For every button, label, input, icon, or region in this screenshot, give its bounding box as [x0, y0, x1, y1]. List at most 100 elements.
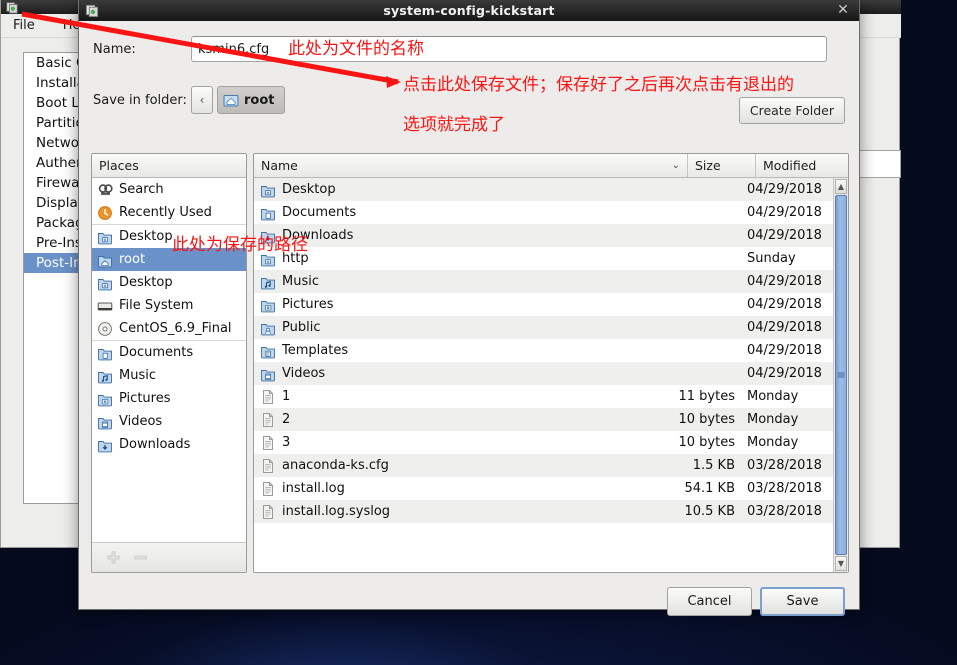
- column-header-size[interactable]: Size: [688, 154, 756, 177]
- save-in-folder-label: Save in folder:: [93, 92, 187, 108]
- file-row-modified: 03/28/2018: [747, 481, 822, 496]
- file-row-size: 10.5 KB: [684, 504, 735, 519]
- column-header-modified[interactable]: Modified: [756, 154, 848, 177]
- name-row: Name:: [79, 35, 861, 63]
- file-row-size: 1.5 KB: [692, 458, 735, 473]
- file-icon: [263, 412, 273, 427]
- place-item-videos[interactable]: Videos: [92, 410, 246, 433]
- file-row[interactable]: 3 10 bytes Monday: [254, 431, 833, 454]
- path-button-root[interactable]: root: [217, 86, 285, 114]
- search-icon: [98, 183, 113, 195]
- place-item-centos-6-9-final[interactable]: CentOS_6.9_Final: [92, 317, 246, 340]
- remove-place-button[interactable]: [133, 550, 148, 565]
- menu-file[interactable]: File: [7, 17, 41, 34]
- file-row[interactable]: Videos 04/29/2018: [254, 362, 833, 385]
- file-row[interactable]: Public 04/29/2018: [254, 316, 833, 339]
- file-row-name-label: Downloads: [282, 228, 354, 243]
- file-row-name-label: install.log: [282, 481, 345, 496]
- place-item-recently-used[interactable]: Recently Used: [92, 201, 246, 224]
- chevron-down-icon: ⌄: [671, 160, 680, 171]
- place-item-documents[interactable]: Documents: [92, 340, 246, 364]
- file-row-name: 2: [254, 412, 673, 428]
- file-icon: [263, 458, 273, 473]
- save-button[interactable]: Save: [760, 587, 845, 616]
- file-list-header: Name ⌄ Size Modified: [254, 154, 848, 178]
- file-row[interactable]: 1 11 bytes Monday: [254, 385, 833, 408]
- file-row-name-label: Videos: [282, 366, 326, 381]
- place-item-root[interactable]: root: [92, 248, 246, 271]
- folder-pictures-icon: [98, 394, 112, 406]
- place-item-pictures[interactable]: Pictures: [92, 387, 246, 410]
- close-icon[interactable]: ✕: [835, 2, 851, 19]
- file-row-modified: Monday: [747, 435, 799, 450]
- file-row-name: Desktop: [254, 182, 673, 198]
- places-pane: Places Search Recently Used Desktop root Des…: [91, 153, 247, 573]
- places-list[interactable]: Search Recently Used Desktop root Desktop Fil…: [92, 178, 246, 542]
- place-item-search[interactable]: Search: [92, 178, 246, 201]
- file-row-modified: 04/29/2018: [747, 274, 822, 289]
- file-list-pane: Name ⌄ Size Modified Desktop 04/29/2018 Do…: [253, 153, 849, 573]
- file-row-name: Music: [254, 274, 673, 290]
- place-item-label: Pictures: [119, 391, 171, 406]
- vertical-scrollbar[interactable]: ▲ ▼: [833, 178, 848, 572]
- file-row-name: Documents: [254, 205, 673, 221]
- column-header-name[interactable]: Name ⌄: [254, 154, 688, 177]
- folder-templates-icon: [261, 346, 275, 358]
- file-icon: [263, 435, 273, 450]
- places-footer: [92, 542, 246, 572]
- column-header-name-label: Name: [261, 158, 298, 173]
- cdrom-icon: [98, 321, 112, 336]
- place-item-desktop[interactable]: Desktop: [92, 224, 246, 248]
- scroll-down-icon[interactable]: ▼: [835, 556, 847, 571]
- cancel-button[interactable]: Cancel: [667, 587, 752, 616]
- file-list-rows[interactable]: Desktop 04/29/2018 Documents 04/29/2018 Down…: [254, 178, 833, 572]
- file-row[interactable]: Downloads 04/29/2018: [254, 224, 833, 247]
- file-row[interactable]: Templates 04/29/2018: [254, 339, 833, 362]
- folder-icon: [261, 254, 275, 266]
- scrollbar-thumb[interactable]: [835, 195, 847, 555]
- file-row[interactable]: install.log.syslog 10.5 KB 03/28/2018: [254, 500, 833, 523]
- file-row[interactable]: Desktop 04/29/2018: [254, 178, 833, 201]
- file-row[interactable]: http Sunday: [254, 247, 833, 270]
- file-row[interactable]: Music 04/29/2018: [254, 270, 833, 293]
- scrollbar-grip: [837, 372, 845, 378]
- file-row-name-label: 3: [282, 435, 291, 450]
- folder-pictures-icon: [261, 300, 275, 312]
- file-row[interactable]: install.log 54.1 KB 03/28/2018: [254, 477, 833, 500]
- scroll-up-icon[interactable]: ▲: [835, 179, 847, 194]
- file-row-name-label: Public: [282, 320, 321, 335]
- filename-input[interactable]: [191, 36, 827, 62]
- place-item-desktop[interactable]: Desktop: [92, 271, 246, 294]
- create-folder-button[interactable]: Create Folder: [738, 97, 845, 124]
- file-row-name: Public: [254, 320, 673, 336]
- file-row-name: Pictures: [254, 297, 673, 313]
- file-row-modified: Sunday: [747, 251, 796, 266]
- file-row[interactable]: Documents 04/29/2018: [254, 201, 833, 224]
- file-row-name: 3: [254, 435, 673, 451]
- file-row-modified: 04/29/2018: [747, 297, 822, 312]
- path-back-button[interactable]: ‹: [191, 86, 213, 114]
- file-row[interactable]: Pictures 04/29/2018: [254, 293, 833, 316]
- file-row-name-label: http: [282, 251, 309, 266]
- kickstart-icon: [6, 2, 18, 14]
- file-row[interactable]: 2 10 bytes Monday: [254, 408, 833, 431]
- place-item-music[interactable]: Music: [92, 364, 246, 387]
- file-row-modified: 04/29/2018: [747, 182, 822, 197]
- file-row-size: 54.1 KB: [684, 481, 735, 496]
- home-folder-icon: [98, 255, 112, 267]
- place-item-label: File System: [119, 298, 194, 313]
- place-item-label: CentOS_6.9_Final: [119, 321, 232, 336]
- add-place-button[interactable]: [106, 550, 121, 565]
- folder-videos-icon: [261, 369, 275, 381]
- file-row-name-label: Templates: [282, 343, 349, 358]
- folder-videos-icon: [98, 417, 112, 429]
- file-row-size: 10 bytes: [678, 435, 736, 450]
- place-item-downloads[interactable]: Downloads: [92, 433, 246, 456]
- place-item-file-system[interactable]: File System: [92, 294, 246, 317]
- file-row-modified: Monday: [747, 389, 799, 404]
- scrollbar-track[interactable]: [835, 195, 847, 555]
- dialog-titlebar[interactable]: system-config-kickstart ✕: [79, 0, 859, 21]
- file-row[interactable]: anaconda-ks.cfg 1.5 KB 03/28/2018: [254, 454, 833, 477]
- file-row-modified: 04/29/2018: [747, 343, 822, 358]
- place-item-label: Desktop: [119, 229, 173, 244]
